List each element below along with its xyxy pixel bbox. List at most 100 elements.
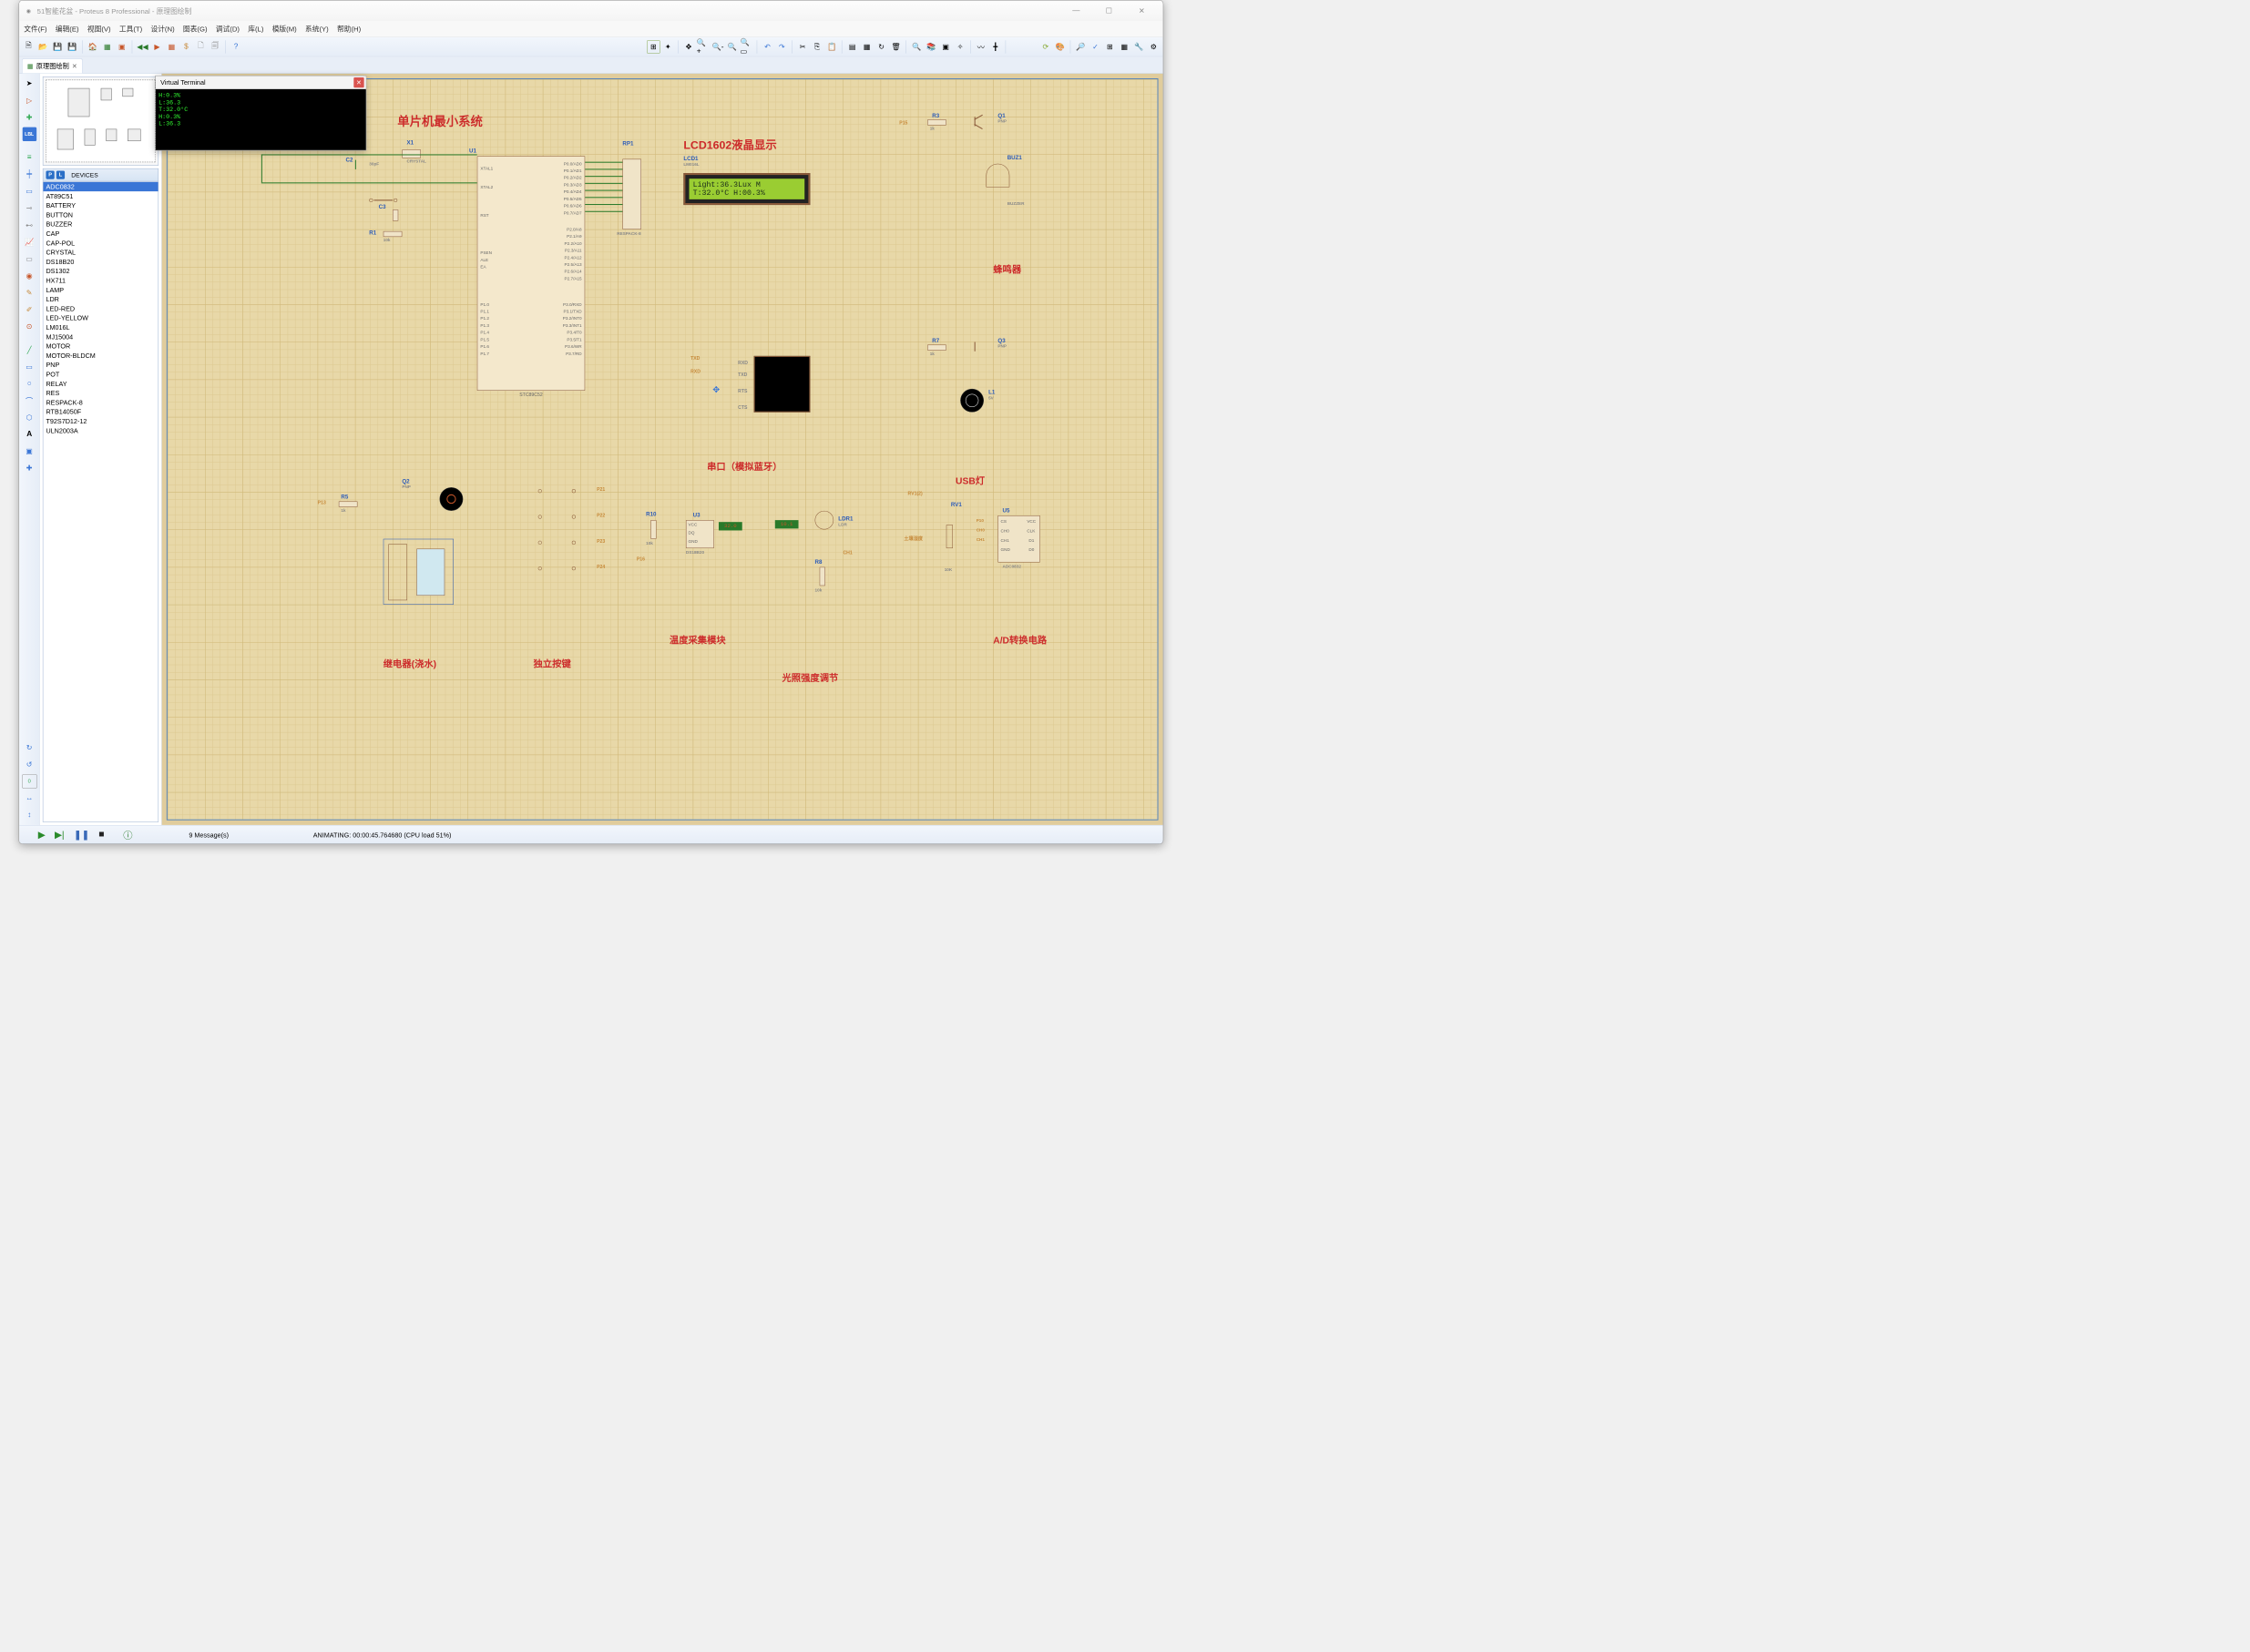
comp-r8[interactable] [820,567,825,586]
find-icon[interactable]: 🔎 [1074,40,1087,53]
close-button[interactable]: ✕ [1132,4,1151,17]
l-badge-icon[interactable]: L [56,170,65,178]
comp-lcd1602[interactable]: Light:36.3Lux M T:32.0°C H:00.3% [683,173,810,205]
device-row[interactable]: CAP [43,229,158,238]
comp-r10[interactable] [650,520,656,539]
device-row[interactable]: DS1302 [43,267,158,276]
device-row[interactable]: BATTERY [43,200,158,209]
device-row[interactable]: CAP-POL [43,239,158,248]
text-2d-icon[interactable]: A [22,427,36,441]
cut-icon[interactable]: ✂ [796,40,809,53]
menu-chart[interactable]: 图表(G) [183,24,208,34]
comp-buzzer[interactable] [987,164,1010,192]
comp-c3[interactable] [393,209,398,220]
instrument-icon[interactable]: ⊙ [22,320,36,333]
device-row[interactable]: T92S7D12-12 [43,416,158,425]
props-icon[interactable]: ⚙ [1147,40,1160,53]
device-row[interactable]: LDR [43,294,158,303]
comp-serial-terminal[interactable] [754,356,811,413]
schematic-canvas[interactable]: 单片机最小系统 LCD1602液晶显示 蜂鸣器 串口（模拟蓝牙） USB灯 继电… [162,74,1163,825]
decompose-icon[interactable]: ✧ [954,40,966,53]
comp-motor[interactable] [440,487,464,511]
zoom-area-icon[interactable]: 🔍▭ [741,40,753,53]
device-row[interactable]: MOTOR-BLDCM [43,351,158,360]
device-row[interactable]: HX711 [43,276,158,285]
comp-r1[interactable] [384,231,403,237]
menu-help[interactable]: 帮助(H) [337,24,361,34]
grid-icon[interactable]: ⊞ [647,40,660,53]
circle-2d-icon[interactable]: ○ [22,377,36,391]
paste-icon[interactable]: 📋 [825,40,838,53]
vterm-close-button[interactable]: ✕ [353,77,363,87]
sim-pause-button[interactable]: ❚❚ [74,829,89,841]
probe-v-icon[interactable]: ✎ [22,286,36,300]
maximize-button[interactable]: ☐ [1099,4,1119,17]
block-delete-icon[interactable]: 🗑 [889,40,902,53]
info-icon[interactable]: ⓘ [123,828,132,841]
p-badge-icon[interactable]: P [46,170,54,178]
menu-debug[interactable]: 调试(D) [216,24,240,34]
menu-system[interactable]: 系统(Y) [305,24,329,34]
path-2d-icon[interactable]: ⬡ [22,411,36,424]
device-row[interactable]: LED-RED [43,304,158,313]
angle-input[interactable]: 0 [22,774,36,788]
wrench-icon[interactable]: 🔧 [1132,40,1145,53]
mirror-h-icon[interactable]: ↔ [22,791,36,805]
schematic-icon[interactable]: ▦ [101,40,114,53]
device-row[interactable]: ADC0832 [43,182,158,191]
zoom-out-icon[interactable]: 🔍- [711,40,724,53]
help-icon[interactable]: ? [230,40,242,53]
device-row[interactable]: RESPACK-8 [43,398,158,407]
sim-play-button[interactable]: ▶ [38,829,46,841]
comp-button-group[interactable] [538,487,586,590]
text-script-icon[interactable]: ≡ [22,150,36,164]
device-row[interactable]: ULN2003A [43,426,158,435]
minimize-button[interactable]: — [1067,4,1086,17]
nav-back-icon[interactable]: ◀◀ [136,40,148,53]
tab-schematic[interactable]: ▦ 原理图绘制 ✕ [22,58,82,73]
device-row[interactable]: LED-YELLOW [43,313,158,322]
save-icon[interactable]: 💾 [51,40,64,53]
device-row[interactable]: AT89C51 [43,191,158,200]
junction-tool-icon[interactable]: ✚ [22,110,36,124]
pin-tool-icon[interactable]: ⊷ [22,218,36,231]
block-copy-icon[interactable]: ▤ [846,40,859,53]
box-2d-icon[interactable]: ▭ [22,360,36,373]
bom-icon[interactable]: $ [179,40,192,53]
marker-2d-icon[interactable]: ✚ [22,461,36,474]
menu-file[interactable]: 文件(F) [24,24,46,34]
gerber-icon[interactable]: 🗋 [194,40,207,53]
comp-reset-button[interactable] [369,197,397,204]
component-tool-icon[interactable]: ▷ [22,93,36,107]
lib-icon[interactable]: 📚 [925,40,937,53]
comp-q3-transistor[interactable] [975,337,988,356]
save-all-icon[interactable]: 💾 [66,40,78,53]
undo-icon[interactable]: ↶ [761,40,773,53]
comp-r7[interactable] [927,345,946,351]
generator-icon[interactable]: ◉ [22,269,36,282]
graph-tool-icon[interactable]: 📈 [22,235,36,249]
menu-template[interactable]: 模版(M) [272,24,297,34]
bom2-icon[interactable]: ▦ [1118,40,1130,53]
device-row[interactable]: LAMP [43,285,158,294]
arc-2d-icon[interactable]: ⌒ [22,393,36,407]
device-row[interactable]: RTB14050F [43,407,158,416]
open-icon[interactable]: 📂 [36,40,49,53]
netlist-icon[interactable]: ⊞ [1103,40,1116,53]
label-tool-icon[interactable]: LBL [22,127,36,141]
comp-rp1-respack[interactable] [622,159,641,229]
junction-icon[interactable]: ╋ [989,40,1002,53]
device-row[interactable]: DS18B20 [43,257,158,266]
menu-design[interactable]: 设计(N) [150,24,174,34]
mirror-v-icon[interactable]: ↕ [22,808,36,821]
zoom-fit-icon[interactable]: 🔍 [726,40,739,53]
copy-icon[interactable]: ⎘ [811,40,823,53]
colors-icon[interactable]: 🎨 [1054,40,1067,53]
zoom-sheet-icon[interactable]: ▦ [165,40,178,53]
status-messages[interactable]: 9 Message(s) [189,831,229,838]
menu-view[interactable]: 视图(V) [87,24,111,34]
tape-icon[interactable]: ▭ [22,252,36,266]
origin-icon[interactable]: ✦ [661,40,674,53]
terminal-icon[interactable]: ⊸ [22,201,36,215]
selection-tool-icon[interactable]: ➤ [22,76,36,90]
